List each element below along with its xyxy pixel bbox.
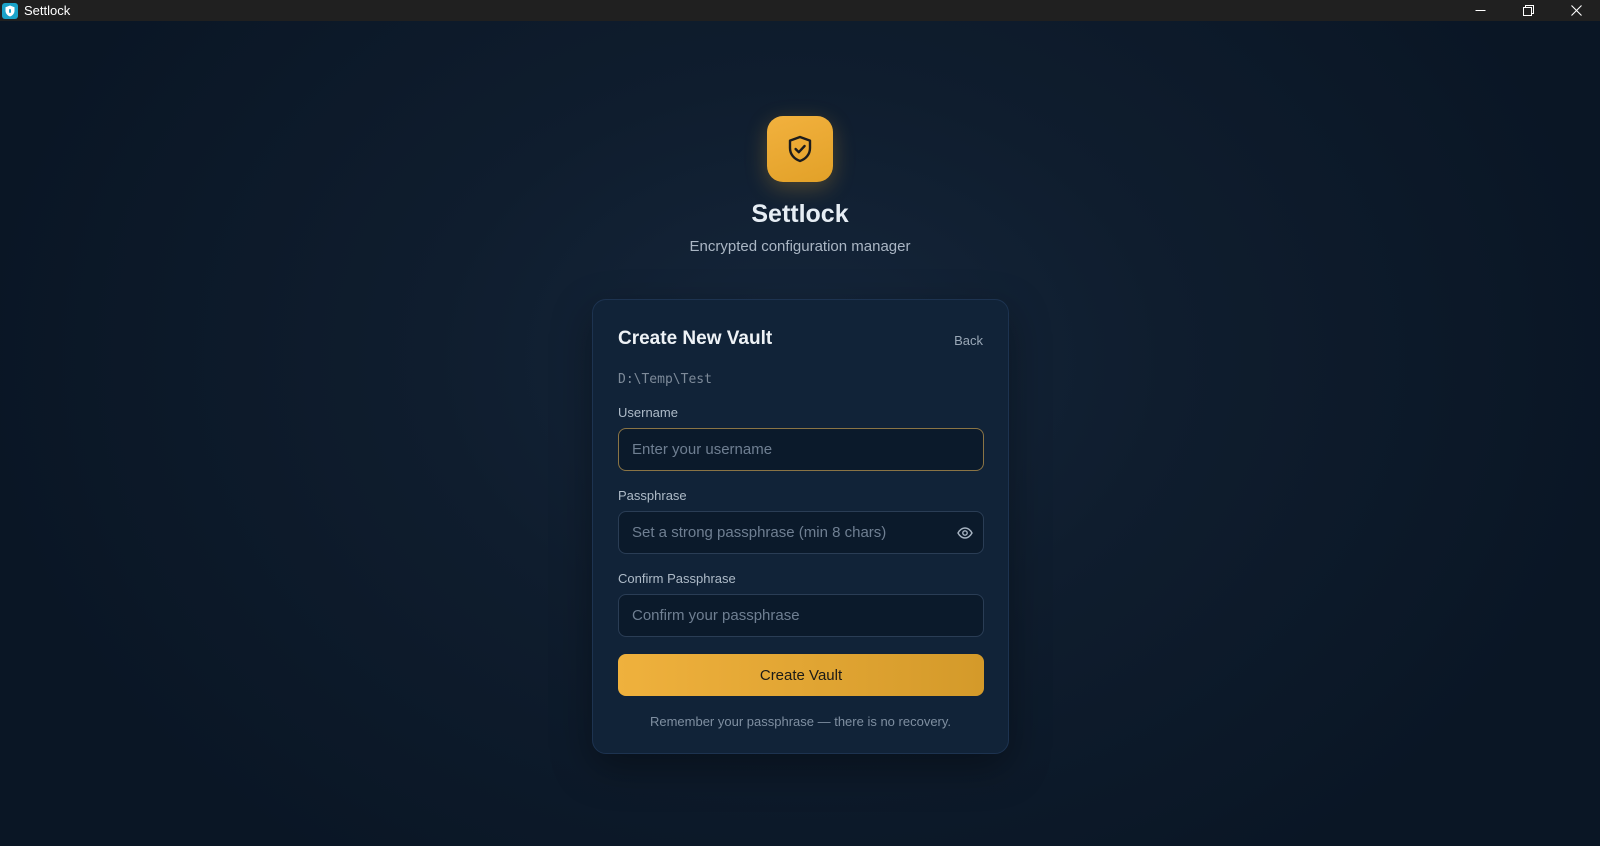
close-icon — [1570, 5, 1582, 16]
back-button[interactable]: Back — [954, 333, 983, 348]
confirm-passphrase-label: Confirm Passphrase — [618, 571, 736, 586]
toggle-passphrase-visibility-button[interactable] — [955, 523, 975, 543]
restore-icon — [1522, 5, 1534, 16]
window-controls — [1456, 0, 1600, 21]
brand-name: Settlock — [751, 200, 849, 228]
passphrase-field-wrapper — [618, 511, 984, 554]
card-title: Create New Vault — [618, 328, 773, 349]
brand-tagline: Encrypted configuration manager — [689, 238, 911, 255]
restore-button[interactable] — [1504, 0, 1552, 21]
confirm-passphrase-input[interactable] — [619, 595, 983, 636]
recovery-warning: Remember your passphrase — there is no r… — [649, 714, 952, 729]
window-titlebar: Settlock — [0, 0, 1600, 21]
shield-icon — [2, 2, 18, 19]
minimize-icon — [1475, 10, 1485, 11]
create-vault-button[interactable]: Create Vault — [618, 654, 984, 696]
shield-check-icon — [788, 135, 812, 163]
confirm-passphrase-field-wrapper — [618, 594, 984, 637]
passphrase-label: Passphrase — [618, 488, 687, 503]
minimize-button[interactable] — [1456, 0, 1504, 21]
username-input[interactable] — [619, 429, 983, 470]
vault-path: D:\Temp\Test — [618, 372, 712, 387]
username-field-wrapper — [618, 428, 984, 471]
passphrase-input[interactable] — [619, 512, 983, 553]
eye-icon — [957, 527, 973, 539]
create-vault-card: Create New Vault Back D:\Temp\Test Usern… — [592, 299, 1009, 754]
window-title: Settlock — [24, 3, 71, 18]
username-label: Username — [618, 405, 678, 420]
brand-logo — [767, 116, 833, 182]
close-button[interactable] — [1552, 0, 1600, 21]
